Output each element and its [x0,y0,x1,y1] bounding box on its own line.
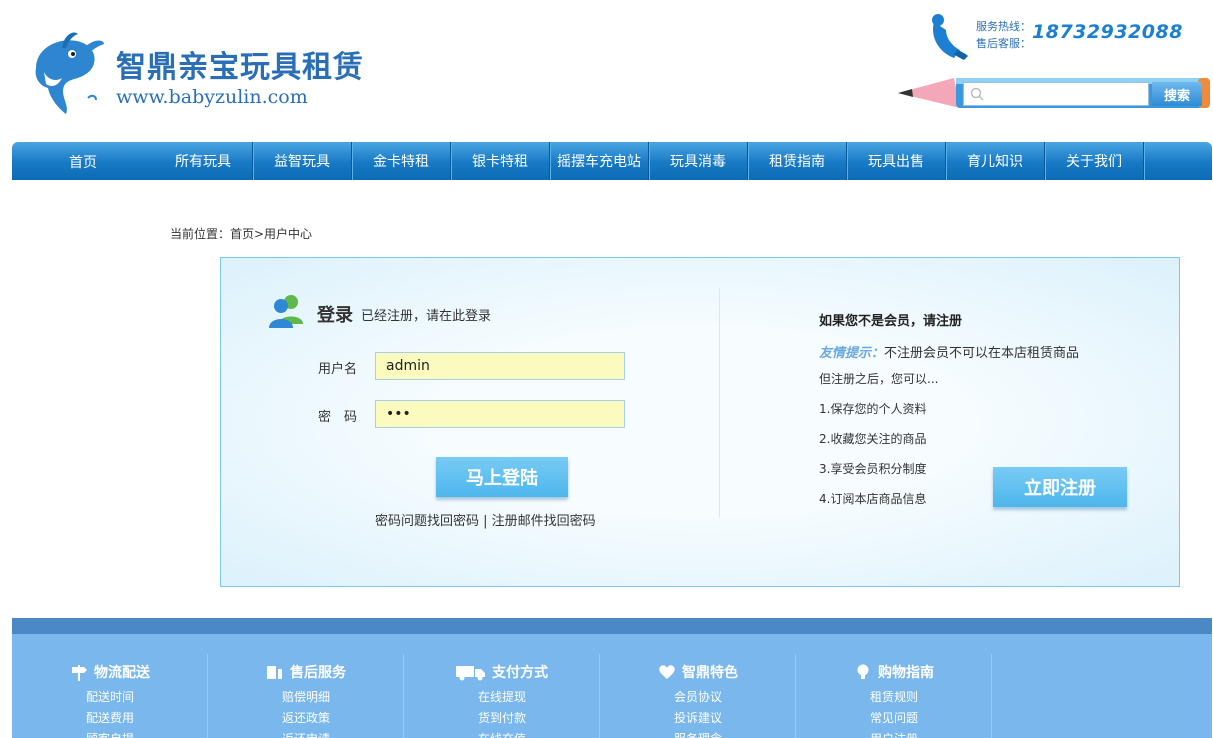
footer-link[interactable]: 用户注册 [796,730,992,738]
password-label: 密 码 [318,410,358,425]
footer-col-head: 支付方式 [404,662,600,682]
main-nav: 首页 所有玩具 益智玩具 金卡特租 银卡特租 摇摆车充电站 玩具消毒 租赁指南 … [12,142,1212,180]
nav-item-disinfection[interactable]: 玩具消毒 [649,142,748,180]
nav-item-all-toys[interactable]: 所有玩具 [154,142,253,180]
nav-item-rental-guide[interactable]: 租赁指南 [748,142,847,180]
benefit-item: 4.订阅本店商品信息 [819,492,927,506]
service-icon [267,666,282,679]
footer-link[interactable]: 配送费用 [12,709,208,726]
footer-link[interactable]: 服务理念 [600,730,796,738]
footer-col-payment: 支付方式 在线提现 货到付款 在线充值 [404,654,600,738]
footer-link[interactable]: 返还政策 [208,709,404,726]
footer-col-head: 售后服务 [208,662,404,682]
hotline-label: 服务热线： [976,20,1031,33]
register-button[interactable]: 立即注册 [993,467,1127,507]
username-field[interactable]: admin [375,352,625,380]
footer-col-title: 物流配送 [94,665,150,681]
footer-col-head: 物流配送 [12,662,208,682]
footer-col-aftersale: 售后服务 赔偿明细 返还政策 返还申请 [208,654,404,738]
footer-link[interactable]: 配送时间 [12,688,208,705]
footer-link[interactable]: 会员协议 [600,688,796,705]
nav-item-charging-station[interactable]: 摇摆车充电站 [550,142,649,180]
benefit-item: 2.收藏您关注的商品 [819,432,927,446]
username-label: 用户名 [318,362,358,377]
panel-divider [719,288,720,518]
password-field[interactable]: ••• [375,400,625,428]
brand-url[interactable]: www.babyzulin.com [116,86,308,108]
footer-link[interactable]: 投诉建议 [600,709,796,726]
nav-item-silver-card[interactable]: 银卡特租 [451,142,550,180]
footer-col-features: 智鼎特色 会员协议 投诉建议 服务理念 [600,654,796,738]
heart-icon [659,665,675,679]
nav-item-educational[interactable]: 益智玩具 [253,142,352,180]
footer-col-guide: 购物指南 租赁规则 常见问题 用户注册 [796,654,992,738]
bulb-icon [857,664,869,679]
register-title: 如果您不是会员，请注册 [819,314,963,329]
nav-item-home[interactable]: 首页 [12,142,154,180]
footer-link[interactable]: 租赁规则 [796,688,992,705]
footer-bar [12,618,1212,634]
footer-col-head: 智鼎特色 [600,662,796,682]
nav-item-toys-sale[interactable]: 玩具出售 [847,142,946,180]
register-tip: 友情提示：不注册会员不可以在本店租赁商品 [819,342,1079,361]
register-tip-line2: 但注册之后，您可以... [819,372,939,386]
phone-icon [932,14,968,60]
dolphin-logo-icon[interactable] [26,28,106,118]
brand-title[interactable]: 智鼎亲宝玩具租赁 [116,42,364,86]
site-footer: 物流配送 配送时间 配送费用 顾客自提 售后服务 赔偿明细 返还政策 返还申请 … [12,634,1212,738]
hotline-number: 18732932088 [1032,21,1183,43]
hotline-box: 服务热线： 售后客服： 18732932088 [928,12,1188,62]
signpost-icon [72,665,87,681]
footer-col-title: 购物指南 [878,665,934,681]
users-icon [269,295,303,328]
footer-link[interactable]: 在线提现 [404,688,600,705]
footer-col-title: 智鼎特色 [682,665,738,681]
search-button[interactable]: 搜索 [1152,82,1202,106]
tip-text: 不注册会员不可以在本店租赁商品 [884,346,1080,361]
login-panel: 登录 已经注册，请在此登录 用户名 admin 密 码 ••• 马上登陆 密码问… [220,257,1180,587]
footer-col-title: 售后服务 [290,665,346,681]
site-header: 智鼎亲宝玩具租赁 www.babyzulin.com 服务热线： 售后客服： 1… [0,0,1213,140]
footer-link[interactable]: 返还申请 [208,730,404,738]
footer-link[interactable]: 顾客自提 [12,730,208,738]
footer-link[interactable]: 赔偿明细 [208,688,404,705]
search-input[interactable] [963,82,1149,106]
aftersale-label: 售后客服： [976,37,1031,50]
hotline-labels: 服务热线： 售后客服： [976,18,1031,52]
footer-link[interactable]: 在线充值 [404,730,600,738]
login-subtitle: 已经注册，请在此登录 [361,309,492,324]
search-icon [970,87,984,101]
breadcrumb: 当前位置：首页>用户中心 [170,227,313,241]
nav-item-parenting[interactable]: 育儿知识 [946,142,1045,180]
footer-link[interactable]: 常见问题 [796,709,992,726]
tip-label: 友情提示： [819,346,885,361]
benefit-item: 1.保存您的个人资料 [819,402,927,416]
login-button[interactable]: 马上登陆 [436,457,568,497]
nav-item-about[interactable]: 关于我们 [1045,142,1144,180]
footer-col-title: 支付方式 [492,665,548,681]
benefit-item: 3.享受会员积分制度 [819,462,927,476]
recover-password-links[interactable]: 密码问题找回密码 | 注册邮件找回密码 [375,510,596,529]
truck-icon [456,666,485,681]
nav-item-gold-card[interactable]: 金卡特租 [352,142,451,180]
login-title: 登录 [317,305,353,326]
footer-col-logistics: 物流配送 配送时间 配送费用 顾客自提 [12,654,208,738]
footer-col-head: 购物指南 [796,662,992,682]
footer-link[interactable]: 货到付款 [404,709,600,726]
